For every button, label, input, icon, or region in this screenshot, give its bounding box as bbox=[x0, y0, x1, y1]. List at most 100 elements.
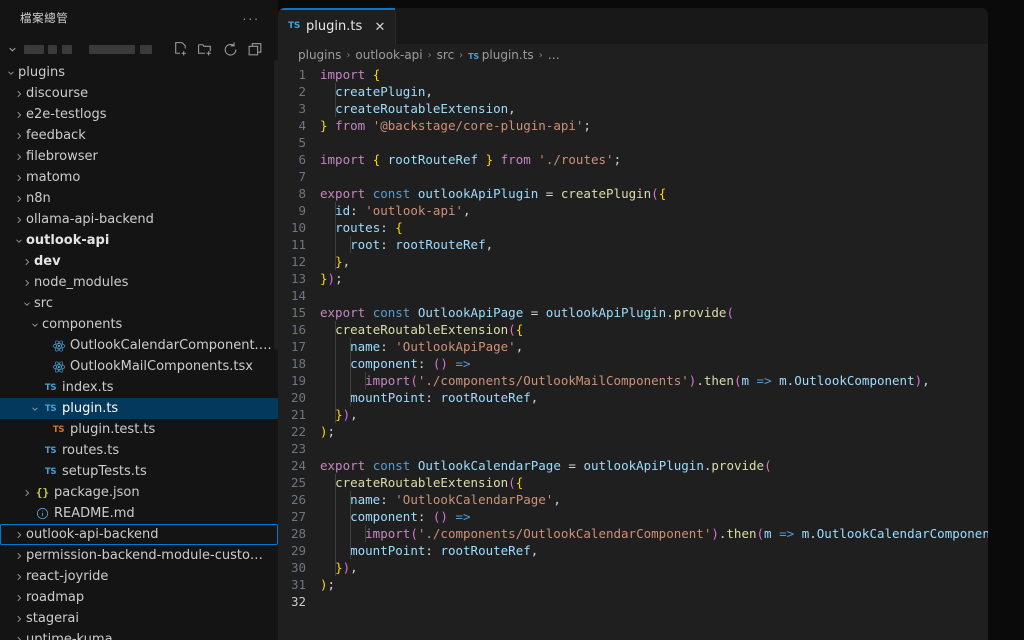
code-editor[interactable]: 1 import {2 createPlugin, 3 createRoutable… bbox=[278, 66, 988, 640]
editor-tab-plugin-ts[interactable]: TS plugin.ts ✕ bbox=[278, 8, 396, 44]
chevron-down-icon[interactable] bbox=[4, 68, 18, 78]
tree-folder-roadmap[interactable]: roadmap bbox=[0, 587, 278, 608]
code-line[interactable]: 19 import('./components/OutlookMailCompo… bbox=[278, 372, 988, 389]
code-line[interactable]: 14 bbox=[278, 287, 988, 304]
code-line[interactable]: 32 bbox=[278, 593, 988, 610]
tree-file-readme-md[interactable]: README.md bbox=[0, 503, 278, 524]
code-line[interactable]: 21 }), bbox=[278, 406, 988, 423]
tree-folder-plugins[interactable]: plugins bbox=[0, 62, 278, 83]
tree-folder-react-joyride[interactable]: react-joyride bbox=[0, 566, 278, 587]
breadcrumb-item-plugins[interactable]: plugins bbox=[298, 48, 341, 62]
refresh-icon[interactable] bbox=[222, 41, 239, 58]
chevron-right-icon[interactable] bbox=[12, 89, 26, 99]
code-line[interactable]: 9 id: 'outlook-api', bbox=[278, 202, 988, 219]
chevron-right-icon[interactable] bbox=[12, 215, 26, 225]
chevron-down-icon[interactable] bbox=[28, 320, 42, 330]
chevron-right-icon[interactable] bbox=[12, 551, 26, 561]
code-line[interactable]: 23 bbox=[278, 440, 988, 457]
code-line[interactable]: 13}); bbox=[278, 270, 988, 287]
chevron-right-icon[interactable] bbox=[12, 152, 26, 162]
code-line[interactable]: 3 createRoutableExtension, bbox=[278, 100, 988, 117]
code-line[interactable]: 28 import('./components/OutlookCalendarC… bbox=[278, 525, 988, 542]
code-token: 'OutlookApiPage' bbox=[395, 339, 516, 354]
code-token: m bbox=[764, 526, 772, 541]
code-line[interactable]: 30 }), bbox=[278, 559, 988, 576]
chevron-right-icon[interactable] bbox=[12, 635, 26, 640]
tree-folder-outlook-api[interactable]: outlook-api bbox=[0, 230, 278, 251]
code-line[interactable]: 31); bbox=[278, 576, 988, 593]
tree-folder-permission-backend-module-custom-p[interactable]: permission-backend-module-custom-p... bbox=[0, 545, 278, 566]
tree-file-setuptests-ts[interactable]: TS setupTests.ts bbox=[0, 461, 278, 482]
chevron-down-icon[interactable] bbox=[4, 38, 20, 60]
tree-folder-dev[interactable]: dev bbox=[0, 251, 278, 272]
tree-folder-feedback[interactable]: feedback bbox=[0, 125, 278, 146]
code-line[interactable]: 12 }, bbox=[278, 253, 988, 270]
workspace-root-row[interactable] bbox=[0, 36, 278, 62]
code-line[interactable]: 18 component: () => bbox=[278, 355, 988, 372]
breadcrumb-item-outlook-api[interactable]: outlook-api bbox=[355, 48, 422, 62]
code-line[interactable]: 17 name: 'OutlookApiPage', bbox=[278, 338, 988, 355]
tree-folder-matomo[interactable]: matomo bbox=[0, 167, 278, 188]
tree-file-plugin-test-ts[interactable]: TS plugin.test.ts bbox=[0, 419, 278, 440]
code-line[interactable]: 6 import { rootRouteRef } from './routes'… bbox=[278, 151, 988, 168]
chevron-down-icon[interactable] bbox=[12, 236, 26, 246]
tree-folder-stagerai[interactable]: stagerai bbox=[0, 608, 278, 629]
tree-folder-uptime-kuma[interactable]: uptime-kuma bbox=[0, 629, 278, 640]
code-line[interactable]: 27 component: () => bbox=[278, 508, 988, 525]
code-token: , bbox=[463, 203, 471, 218]
tree-file-package-json[interactable]: {} package.json bbox=[0, 482, 278, 503]
code-line[interactable]: 15 export const OutlookApiPage = outlookA… bbox=[278, 304, 988, 321]
chevron-right-icon[interactable] bbox=[12, 131, 26, 141]
code-line[interactable]: 7 bbox=[278, 168, 988, 185]
tree-file-routes-ts[interactable]: TS routes.ts bbox=[0, 440, 278, 461]
chevron-right-icon[interactable] bbox=[12, 173, 26, 183]
breadcrumb-item-[interactable]: … bbox=[548, 48, 560, 62]
chevron-right-icon[interactable] bbox=[12, 572, 26, 582]
code-line[interactable]: 16 createRoutableExtension({ bbox=[278, 321, 988, 338]
code-line[interactable]: 26 name: 'OutlookCalendarPage', bbox=[278, 491, 988, 508]
new-folder-icon[interactable] bbox=[197, 41, 214, 58]
tree-file-outlookmailcomponents-tsx[interactable]: OutlookMailComponents.tsx bbox=[0, 356, 278, 377]
code-line[interactable]: 1 import { bbox=[278, 66, 988, 83]
line-number: 24 bbox=[290, 458, 306, 473]
tree-folder-discourse[interactable]: discourse bbox=[0, 83, 278, 104]
tree-folder-src[interactable]: src bbox=[0, 293, 278, 314]
chevron-right-icon[interactable] bbox=[12, 194, 26, 204]
chevron-right-icon[interactable] bbox=[20, 278, 34, 288]
collapse-all-icon[interactable] bbox=[247, 41, 264, 58]
code-line[interactable]: 22); bbox=[278, 423, 988, 440]
code-line[interactable]: 25 createRoutableExtension({ bbox=[278, 474, 988, 491]
code-line[interactable]: 11 root: rootRouteRef, bbox=[278, 236, 988, 253]
chevron-down-icon[interactable] bbox=[20, 299, 34, 309]
chevron-down-icon[interactable] bbox=[28, 404, 42, 414]
tree-file-plugin-ts[interactable]: TS plugin.ts bbox=[0, 398, 278, 419]
tree-folder-n8n[interactable]: n8n bbox=[0, 188, 278, 209]
tree-folder-ollama-api-backend[interactable]: ollama-api-backend bbox=[0, 209, 278, 230]
code-line[interactable]: 2 createPlugin, bbox=[278, 83, 988, 100]
code-line[interactable]: 4} from '@backstage/core-plugin-api'; bbox=[278, 117, 988, 134]
tree-file-index-ts[interactable]: TS index.ts bbox=[0, 377, 278, 398]
tree-folder-e2e-testlogs[interactable]: e2e-testlogs bbox=[0, 104, 278, 125]
tree-folder-node-modules[interactable]: node_modules bbox=[0, 272, 278, 293]
code-line[interactable]: 5 bbox=[278, 134, 988, 151]
tree-folder-filebrowser[interactable]: filebrowser bbox=[0, 146, 278, 167]
chevron-right-icon[interactable] bbox=[12, 593, 26, 603]
chevron-right-icon[interactable] bbox=[20, 257, 34, 267]
code-line[interactable]: 20 mountPoint: rootRouteRef, bbox=[278, 389, 988, 406]
code-line[interactable]: 29 mountPoint: rootRouteRef, bbox=[278, 542, 988, 559]
code-line[interactable]: 10 routes: { bbox=[278, 219, 988, 236]
new-file-icon[interactable] bbox=[172, 41, 189, 58]
tree-file-outlookcalendarcomponent-tsx[interactable]: OutlookCalendarComponent.tsx bbox=[0, 335, 278, 356]
tree-folder-outlook-api-backend[interactable]: outlook-api-backend bbox=[0, 524, 278, 545]
chevron-right-icon[interactable] bbox=[12, 110, 26, 120]
breadcrumb-item-src[interactable]: src bbox=[437, 48, 455, 62]
code-line[interactable]: 24 export const OutlookCalendarPage = out… bbox=[278, 457, 988, 474]
code-line[interactable]: 8 export const outlookApiPlugin = createP… bbox=[278, 185, 988, 202]
close-icon[interactable]: ✕ bbox=[371, 17, 389, 35]
chevron-right-icon[interactable] bbox=[20, 488, 34, 498]
explorer-more-actions-button[interactable]: ··· bbox=[240, 7, 262, 29]
chevron-right-icon[interactable] bbox=[12, 614, 26, 624]
chevron-right-icon[interactable] bbox=[12, 530, 26, 540]
breadcrumb-item-plugin-ts[interactable]: TS plugin.ts bbox=[468, 48, 534, 62]
tree-folder-components[interactable]: components bbox=[0, 314, 278, 335]
